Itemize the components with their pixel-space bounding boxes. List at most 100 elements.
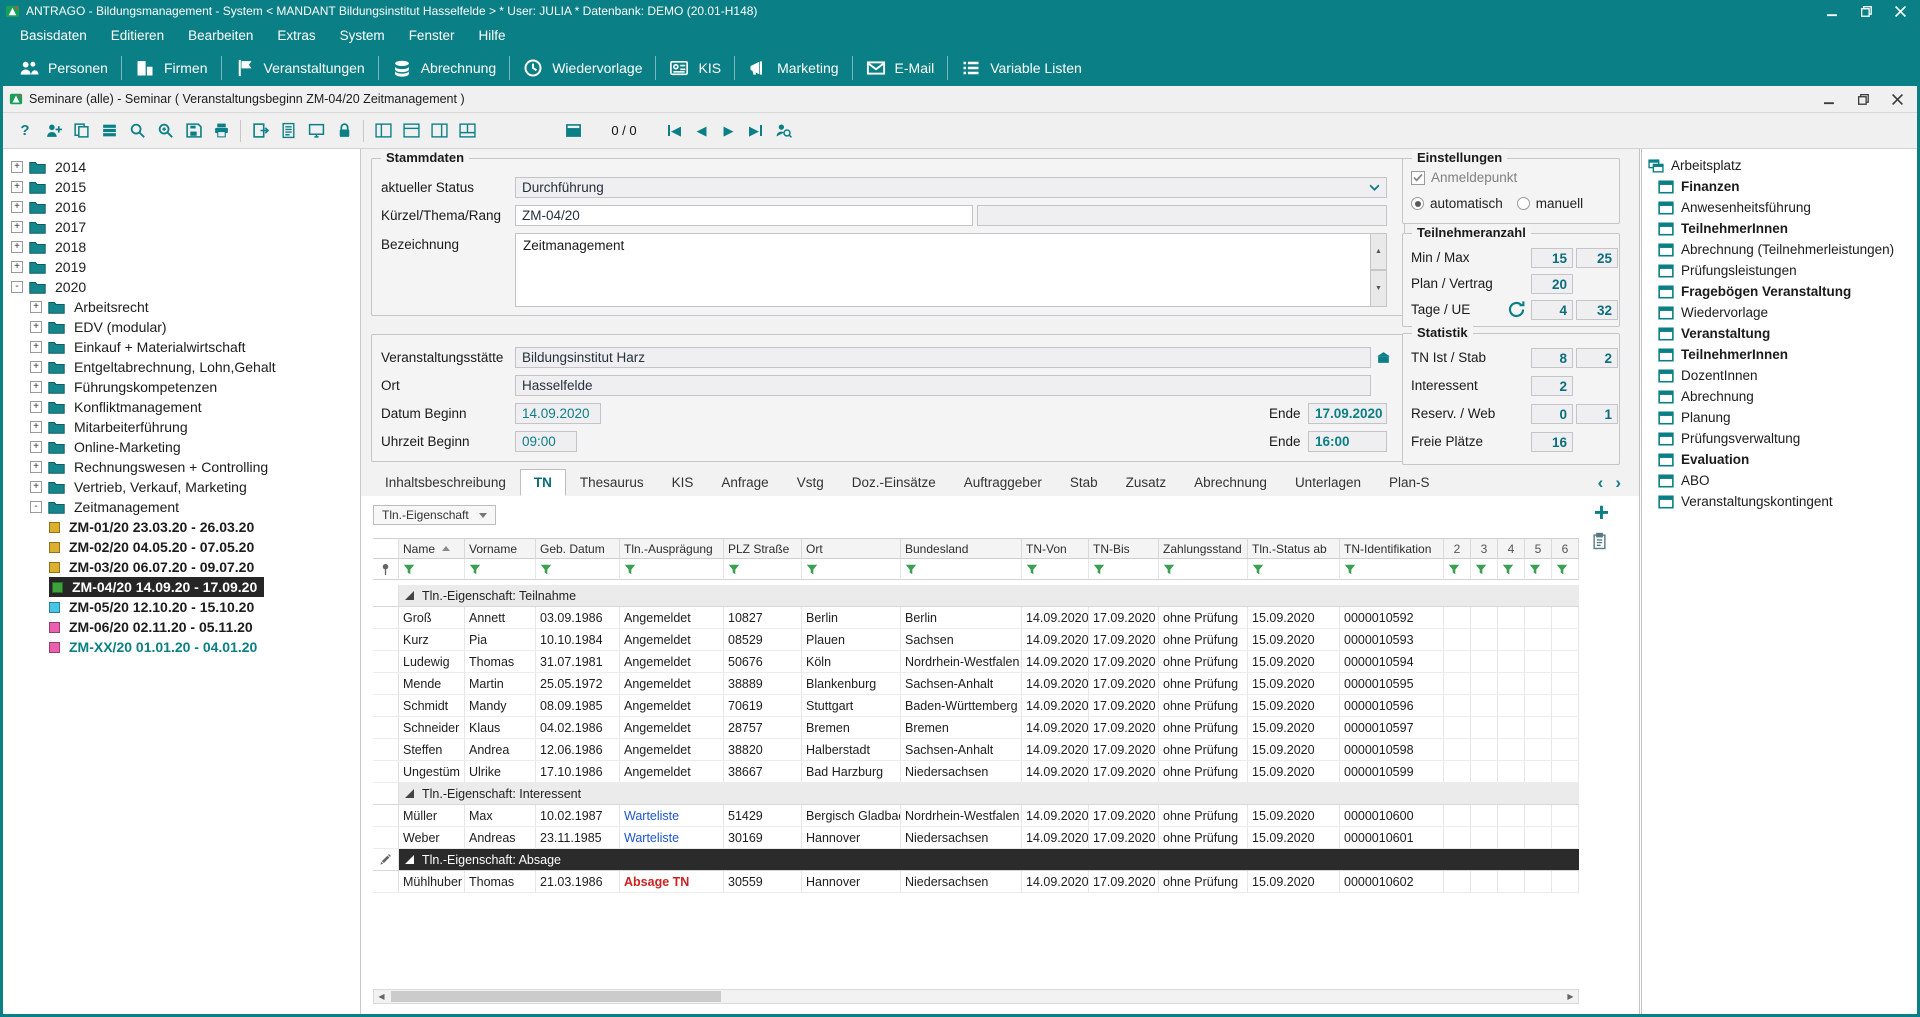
tree-item[interactable]: +Arbeitsrecht — [3, 297, 360, 317]
column-header-2[interactable]: 2 — [1444, 538, 1471, 559]
tree-item[interactable]: +2014 — [3, 157, 360, 177]
column-header-bundesland[interactable]: Bundesland — [901, 538, 1022, 559]
tree-item[interactable]: -2020 — [3, 277, 360, 297]
nav-item-fragebögen-veranstaltung[interactable]: Fragebögen Veranstaltung — [1642, 281, 1917, 302]
filter-button-tln-ausprägung[interactable] — [620, 559, 724, 580]
tree-item[interactable]: +EDV (modular) — [3, 317, 360, 337]
tab-anfrage[interactable]: Anfrage — [707, 469, 782, 496]
tree-expander[interactable]: + — [11, 161, 23, 173]
paste-button[interactable] — [1592, 532, 1607, 550]
tree-expander[interactable]: + — [30, 321, 42, 333]
copy-button[interactable] — [67, 117, 95, 144]
table-row[interactable]: SchmidtMandy08.09.1985Angemeldet70619Stu… — [373, 695, 1579, 717]
column-header-tn-identifikation[interactable]: TN-Identifikation — [1340, 538, 1444, 559]
menu-item-basisdaten[interactable]: Basisdaten — [8, 22, 99, 49]
tree-item[interactable]: +2018 — [3, 237, 360, 257]
staette-field[interactable]: Bildungsinstitut Harz — [515, 347, 1371, 368]
uhrzeit-beginn-field[interactable]: 09:00 — [515, 431, 577, 452]
tree-item[interactable]: -Zeitmanagement — [3, 497, 360, 517]
nav-item-abrechnung[interactable]: Abrechnung — [1642, 386, 1917, 407]
tree-expander[interactable]: + — [30, 481, 42, 493]
scrollbar-thumb[interactable] — [391, 991, 721, 1002]
close-button[interactable] — [1883, 1, 1917, 21]
toolbar-marketing[interactable]: Marketing — [735, 53, 851, 83]
tab-vstg[interactable]: Vstg — [783, 469, 838, 496]
toolbar-firmen[interactable]: Firmen — [122, 53, 221, 83]
tree-item[interactable]: +Vertrieb, Verkauf, Marketing — [3, 477, 360, 497]
table-row[interactable]: KurzPia10.10.1984Angemeldet08529PlauenSa… — [373, 629, 1579, 651]
filter-button-4[interactable] — [1498, 559, 1525, 580]
nav-next-button[interactable]: ▶ — [715, 119, 742, 143]
filter-button-5[interactable] — [1525, 559, 1552, 580]
radio-manuell[interactable]: manuell — [1517, 196, 1583, 211]
nav-item-abrechnung-teilnehmerleistungen-[interactable]: Abrechnung (Teilnehmerleistungen) — [1642, 239, 1917, 260]
nav-item-finanzen[interactable]: Finanzen — [1642, 176, 1917, 197]
person-add-button[interactable] — [39, 117, 67, 144]
table-row[interactable]: MendeMartin25.05.1972Angemeldet38889Blan… — [373, 673, 1579, 695]
tree-expander[interactable]: + — [30, 421, 42, 433]
tab-scroll-left-button[interactable]: ‹ — [1598, 473, 1604, 493]
filter-button-tln-status-ab[interactable] — [1248, 559, 1340, 580]
screen-button[interactable] — [302, 117, 330, 144]
filter-button-bundesland[interactable] — [901, 559, 1022, 580]
tree-expander[interactable]: - — [30, 501, 42, 513]
tab-auftraggeber[interactable]: Auftraggeber — [950, 469, 1056, 496]
filter-button-3[interactable] — [1471, 559, 1498, 580]
min-max-field-1[interactable]: 15 — [1531, 248, 1573, 268]
tree-item[interactable]: +2015 — [3, 177, 360, 197]
toolbar-e-mail[interactable]: E-Mail — [853, 53, 948, 83]
interessent-field-1[interactable]: 2 — [1531, 376, 1573, 396]
nav-item-teilnehmerinnen[interactable]: TeilnehmerInnen — [1642, 344, 1917, 365]
plan-vertrag-field-1[interactable]: 20 — [1531, 274, 1573, 294]
menu-item-fenster[interactable]: Fenster — [397, 22, 467, 49]
column-header-name[interactable]: Name — [399, 538, 465, 559]
bezeichnung-textarea[interactable]: Zeitmanagement — [515, 233, 1371, 307]
kuerzel-field-2[interactable] — [977, 205, 1387, 226]
radio-automatisch[interactable]: automatisch — [1411, 196, 1503, 211]
records-button[interactable] — [95, 117, 123, 144]
minimize-button[interactable] — [1815, 1, 1849, 21]
nav-first-button[interactable]: ◀ — [661, 119, 688, 143]
table-row[interactable]: WeberAndreas23.11.1985Warteliste30169Han… — [373, 827, 1579, 849]
nav-item-prüfungsverwaltung[interactable]: Prüfungsverwaltung — [1642, 428, 1917, 449]
column-header-3[interactable]: 3 — [1471, 538, 1498, 559]
column-header-4[interactable]: 4 — [1498, 538, 1525, 559]
bezeichnung-scrollbar[interactable]: ▲ ▼ — [1370, 233, 1387, 307]
tree-item[interactable]: +Konfliktmanagement — [3, 397, 360, 417]
staette-lookup-button[interactable] — [1374, 348, 1392, 366]
column-header-5[interactable]: 5 — [1525, 538, 1552, 559]
tab-tn[interactable]: TN — [520, 469, 566, 496]
save-button[interactable] — [179, 117, 207, 144]
tree-expander[interactable]: + — [11, 221, 23, 233]
menu-item-system[interactable]: System — [328, 22, 397, 49]
tree-expander[interactable]: + — [30, 301, 42, 313]
menu-item-extras[interactable]: Extras — [265, 22, 327, 49]
add-participant-button[interactable]: + — [1594, 502, 1609, 522]
tree-item[interactable]: +Führungskompetenzen — [3, 377, 360, 397]
filter-button-tn-von[interactable] — [1022, 559, 1089, 580]
seminar-restore-button[interactable] — [1846, 89, 1880, 109]
toolbar-wiedervorlage[interactable]: Wiedervorlage — [510, 53, 655, 83]
filter-button-tn-bis[interactable] — [1089, 559, 1159, 580]
datum-ende-field[interactable]: 17.09.2020 — [1308, 403, 1387, 424]
nav-item-dozentinnen[interactable]: DozentInnen — [1642, 365, 1917, 386]
tree-expander[interactable]: + — [11, 241, 23, 253]
tn-ist-stab-field-1[interactable]: 8 — [1531, 348, 1573, 368]
scroll-left-icon[interactable]: ◀ — [374, 992, 389, 1001]
filter-button-tn-identifikation[interactable] — [1340, 559, 1444, 580]
nav-item-veranstaltungskontingent[interactable]: Veranstaltungskontingent — [1642, 491, 1917, 512]
filter-button-6[interactable] — [1552, 559, 1579, 580]
group-row[interactable]: Tln.-Eigenschaft: Teilnahme — [373, 585, 1579, 607]
tree-expander[interactable]: + — [30, 361, 42, 373]
column-header-plz-straße[interactable]: PLZ Straße — [724, 538, 802, 559]
status-select[interactable]: Durchführung — [515, 177, 1387, 198]
tab-unterlagen[interactable]: Unterlagen — [1281, 469, 1375, 496]
anmeldepunkt-checkbox[interactable]: Anmeldepunkt — [1411, 170, 1517, 185]
scroll-down-icon[interactable]: ▼ — [1370, 270, 1387, 307]
filter-button-plz-straße[interactable] — [724, 559, 802, 580]
tree-item[interactable]: ZM-XX/20 01.01.20 - 04.01.20 — [3, 637, 360, 657]
filter-button-ort[interactable] — [802, 559, 901, 580]
column-header-vorname[interactable]: Vorname — [465, 538, 536, 559]
datum-beginn-field[interactable]: 14.09.2020 — [515, 403, 601, 424]
layout-right-button[interactable] — [425, 117, 453, 144]
